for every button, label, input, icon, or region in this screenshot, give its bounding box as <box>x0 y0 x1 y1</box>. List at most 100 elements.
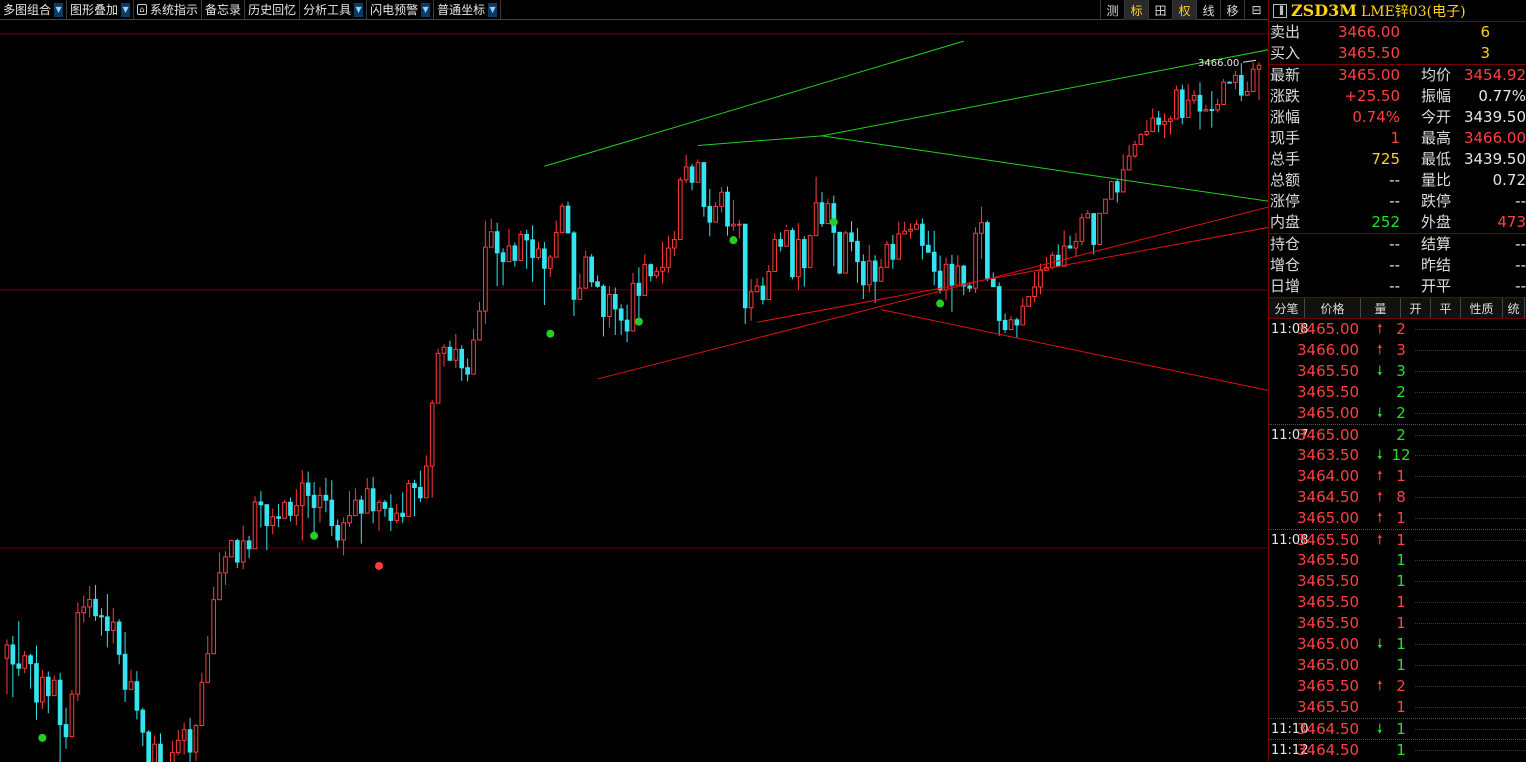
candle-up <box>240 540 246 563</box>
ticks-header-col[interactable]: 量 <box>1361 298 1401 318</box>
candle-down <box>418 487 423 499</box>
candle-down <box>618 308 624 321</box>
quote-value: -- <box>1389 171 1400 189</box>
signal-dot <box>546 329 555 338</box>
candle-up <box>1256 64 1262 70</box>
quote-value: 473 <box>1497 213 1526 231</box>
candle-up <box>866 260 872 286</box>
tick-price: 3463.50 <box>1297 446 1360 464</box>
quote-label: 日增 <box>1270 277 1301 295</box>
tick-row: 3465.00 1 <box>1269 655 1526 676</box>
dropdown-arrow-icon[interactable]: ▼ <box>488 2 498 17</box>
dropdown-arrow-icon[interactable]: ▼ <box>121 2 131 17</box>
candle-up <box>955 265 961 286</box>
ticks-header-col[interactable]: 分笔 <box>1269 298 1305 318</box>
signal-dot <box>634 317 643 326</box>
quote-label: 总额 <box>1270 171 1301 189</box>
candle-down <box>595 281 600 287</box>
candle-up <box>488 231 494 248</box>
candle-up <box>471 339 476 375</box>
quote-value: 725 <box>1371 150 1400 168</box>
dropdown-arrow-icon[interactable]: ▼ <box>421 2 431 17</box>
tick-qty: 8 <box>1396 488 1406 506</box>
trend-line-green <box>697 135 823 146</box>
tick-row: 3465.50 🠗 3 <box>1269 361 1526 382</box>
candle-up <box>87 598 92 608</box>
tick-qty: 2 <box>1396 677 1406 695</box>
signal-dot <box>729 236 738 245</box>
toolbar-right-button-5[interactable]: 移 <box>1220 0 1244 20</box>
kline-chart[interactable]: 3466.00 <box>0 20 1271 762</box>
row-dots <box>1415 750 1526 751</box>
candle-up <box>878 266 884 282</box>
row-dots <box>1415 560 1526 561</box>
candle-down <box>99 615 104 618</box>
ticks-list[interactable]: 11:08 3465.00 🠕 2 3466.00 🠕 3 3465.50 🠗 3 3465.50 2… <box>1269 319 1526 760</box>
tick-qty: 12 <box>1391 446 1411 464</box>
row-dots <box>1415 644 1526 645</box>
up-arrow-icon: 🠕 <box>1377 679 1383 694</box>
dropdown-arrow-icon[interactable]: ▼ <box>54 2 64 17</box>
tick-row: 3464.00 🠕 1 <box>1269 466 1526 487</box>
ticks-header-col[interactable]: 开 <box>1401 298 1431 318</box>
ticks-header-col[interactable]: 统 <box>1503 298 1525 318</box>
signal-dot <box>375 561 384 570</box>
tick-row: 3465.50 1 <box>1269 613 1526 634</box>
quote-value: +25.50 <box>1344 87 1400 105</box>
tick-qty: 2 <box>1396 404 1406 422</box>
candle-down <box>34 663 39 703</box>
tick-price: 3465.50 <box>1297 698 1360 716</box>
candle-up <box>69 693 75 738</box>
candle-up <box>394 512 400 521</box>
candle-down <box>890 243 896 260</box>
toolbar-item-7[interactable]: 普通坐标 ▼ <box>434 0 502 19</box>
candle-up <box>40 676 45 703</box>
candle-up <box>1168 118 1173 122</box>
up-arrow-icon: 🠕 <box>1377 490 1383 505</box>
tick-qty: 1 <box>1396 720 1406 738</box>
toolbar-right-button-6[interactable]: ⊟ <box>1244 0 1268 20</box>
candle-up <box>1061 245 1067 267</box>
toolbar-right-button-4[interactable]: 线 <box>1196 0 1220 20</box>
candle-down <box>134 681 140 711</box>
candle-down <box>1002 319 1008 330</box>
candle-up <box>211 599 216 655</box>
candle-down <box>258 501 264 506</box>
candle-down <box>512 245 518 261</box>
toolbar-item-5[interactable]: 分析工具 ▼ <box>300 0 368 19</box>
toolbar-right-button-1[interactable]: 标 <box>1124 0 1148 20</box>
candle-up <box>642 264 648 296</box>
row-dots <box>1415 729 1526 730</box>
quote-value: -- <box>1389 192 1400 210</box>
kline-chart-svg[interactable]: 3466.00 <box>0 20 1271 762</box>
candle-up <box>660 266 665 272</box>
panel-toggle-icon[interactable]: ▐ <box>1273 3 1287 18</box>
toolbar-right-button-3[interactable]: 权 <box>1172 0 1196 20</box>
row-dots <box>1415 686 1526 687</box>
ticks-header-col[interactable]: 价格 <box>1305 298 1361 318</box>
candle-down <box>925 244 931 253</box>
quote-value: 3439.50 <box>1463 150 1526 168</box>
toolbar-right-button-0[interactable]: 测 <box>1100 0 1124 20</box>
toolbar-item-4[interactable]: 历史回忆 <box>245 0 301 19</box>
ticks-header-col[interactable]: 平 <box>1431 298 1461 318</box>
candle-up <box>1073 240 1079 249</box>
candle-down <box>187 729 193 753</box>
candle-down <box>589 256 594 283</box>
dropdown-arrow-icon[interactable]: ▼ <box>354 2 364 17</box>
toolbar-item-0[interactable]: 多图组合 ▼ <box>0 0 68 19</box>
ticks-header-col[interactable]: 性质 <box>1461 298 1503 318</box>
lock-icon: ⌂ <box>137 4 148 15</box>
toolbar-item-6[interactable]: 闪电预警 ▼ <box>367 0 435 19</box>
candle-up <box>81 606 87 614</box>
toolbar-item-3[interactable]: 备忘录 <box>202 0 246 19</box>
tick-price: 3464.00 <box>1297 467 1360 485</box>
candle-down <box>636 282 642 296</box>
quote-row: 增仓 -- 昨结 -- <box>1269 255 1526 276</box>
toolbar-right-button-2[interactable]: 田 <box>1148 0 1172 20</box>
candle-up <box>75 612 81 695</box>
toolbar-item-label: 普通坐标 <box>437 3 486 17</box>
toolbar-item-2[interactable]: ⌂ 系统指示 <box>134 0 203 19</box>
toolbar-item-1[interactable]: 图形叠加 ▼ <box>67 0 135 19</box>
quote-row: 涨幅 0.74% 今开 3439.50 <box>1269 107 1526 128</box>
